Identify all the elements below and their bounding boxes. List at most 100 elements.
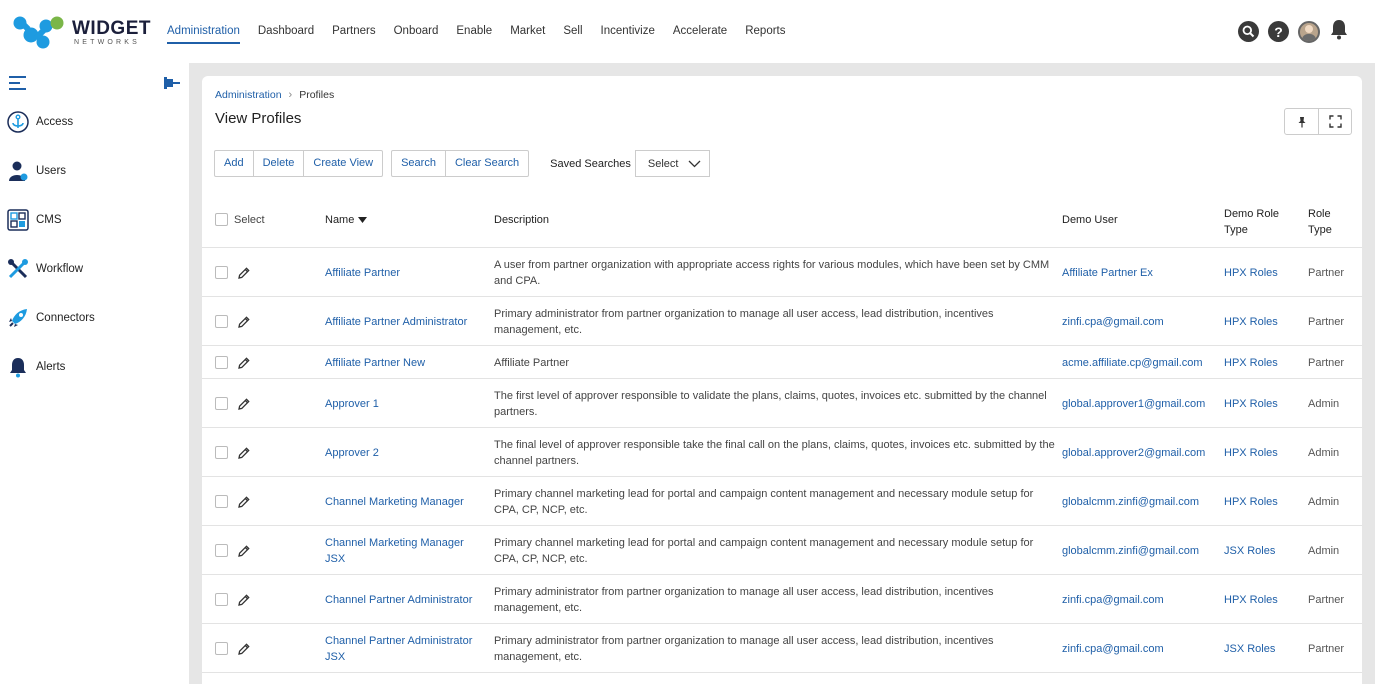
sidebar-item-cms[interactable]: CMS: [7, 209, 62, 231]
row-checkbox[interactable]: [215, 593, 228, 606]
demo-user-link[interactable]: acme.affiliate.cp@gmail.com: [1062, 346, 1203, 379]
profile-name-link[interactable]: Affiliate Partner New: [325, 346, 485, 379]
expand-icon: [1328, 115, 1342, 128]
demo-user-link[interactable]: Affiliate Partner Ex: [1062, 248, 1153, 297]
profile-name-link[interactable]: Affiliate Partner Administrator: [325, 297, 485, 346]
nav-incentivize[interactable]: Incentivize: [592, 0, 664, 63]
edit-pencil-icon[interactable]: [237, 266, 251, 280]
role-type: Partner: [1308, 266, 1345, 279]
row-checkbox[interactable]: [215, 315, 228, 328]
edit-pencil-icon[interactable]: [237, 356, 251, 370]
nav-administration[interactable]: Administration: [158, 0, 249, 63]
profile-name-link[interactable]: Approver 2: [325, 428, 485, 477]
demo-user-link[interactable]: zinfi.cpa@gmail.com: [1062, 297, 1164, 346]
sidebar-item-connectors[interactable]: Connectors: [7, 307, 95, 329]
sidebar-item-workflow[interactable]: Workflow: [7, 258, 83, 280]
row-checkbox[interactable]: [215, 266, 228, 279]
nav-reports[interactable]: Reports: [736, 0, 794, 63]
demo-role-type-link[interactable]: JSX Roles: [1224, 526, 1275, 575]
add-button[interactable]: Add: [215, 151, 253, 176]
search-button[interactable]: Search: [392, 151, 445, 176]
sidebar-item-label: Workflow: [36, 263, 84, 275]
rocket-icon: [7, 307, 29, 329]
demo-role-type-link[interactable]: HPX Roles: [1224, 248, 1278, 297]
sidebar-item-users[interactable]: Users: [7, 160, 66, 182]
help-icon[interactable]: ?: [1268, 21, 1289, 42]
row-checkbox[interactable]: [215, 446, 228, 459]
profile-name-link[interactable]: Channel Marketing Manager JSX: [325, 526, 485, 575]
profile-description: The first level of approver responsible …: [494, 389, 1047, 418]
row-select-cell: [215, 379, 251, 428]
row-checkbox[interactable]: [215, 495, 228, 508]
search-icon[interactable]: [1238, 21, 1259, 42]
demo-user-link[interactable]: globalcmm.zinfi@gmail.com: [1062, 477, 1199, 526]
nav-sell[interactable]: Sell: [554, 0, 591, 63]
bell-icon[interactable]: [1329, 18, 1349, 45]
avatar[interactable]: [1298, 20, 1320, 43]
name-header[interactable]: Name: [325, 214, 368, 226]
pin-panel-button[interactable]: [1285, 109, 1318, 134]
edit-pencil-icon[interactable]: [237, 397, 251, 411]
fullscreen-button[interactable]: [1318, 109, 1351, 134]
create-view-button[interactable]: Create View: [303, 151, 382, 176]
select-all-checkbox[interactable]: [215, 213, 228, 226]
nav-label: Incentivize: [600, 25, 655, 37]
demo-user-link[interactable]: globalcmm.zinfi@gmail.com: [1062, 526, 1199, 575]
nav-label: Administration: [167, 25, 240, 44]
row-checkbox[interactable]: [215, 397, 228, 410]
profile-name-link[interactable]: Affiliate Partner: [325, 248, 485, 297]
row-checkbox[interactable]: [215, 642, 228, 655]
demo-role-type-link[interactable]: HPX Roles: [1224, 575, 1278, 624]
table-row: Channel Marketing Manager JSX Primary cha…: [202, 526, 1362, 575]
saved-searches-select[interactable]: Select: [634, 150, 710, 177]
row-select-cell: [215, 624, 251, 673]
demo-user-link[interactable]: zinfi.cpa@gmail.com: [1062, 575, 1164, 624]
demo-user-link[interactable]: zinfi.cpa@gmail.com: [1062, 624, 1164, 673]
demo-role-type-link[interactable]: HPX Roles: [1224, 346, 1278, 379]
profile-name-link[interactable]: Channel Marketing Manager: [325, 477, 485, 526]
table-row: Channel Partner Administrator JSX Primary…: [202, 624, 1362, 673]
breadcrumb-administration[interactable]: Administration: [215, 89, 282, 101]
edit-pencil-icon[interactable]: [237, 495, 251, 509]
row-select-cell: [215, 346, 251, 379]
bell-icon: [7, 356, 29, 378]
clear-search-button[interactable]: Clear Search: [444, 151, 528, 176]
row-checkbox[interactable]: [215, 544, 228, 557]
row-select-cell: [215, 297, 251, 346]
saved-searches-label: Saved Searches: [550, 157, 631, 170]
demo-role-type-link[interactable]: HPX Roles: [1224, 379, 1278, 428]
role-type: Partner: [1308, 315, 1345, 328]
demo-user-link[interactable]: global.approver2@gmail.com: [1062, 428, 1205, 477]
pin-sidebar-icon[interactable]: [162, 76, 180, 90]
demo-user-link[interactable]: global.approver1@gmail.com: [1062, 379, 1205, 428]
nav-dashboard[interactable]: Dashboard: [249, 0, 323, 63]
edit-pencil-icon[interactable]: [237, 544, 251, 558]
edit-pencil-icon[interactable]: [237, 315, 251, 329]
demo-role-type-link[interactable]: HPX Roles: [1224, 477, 1278, 526]
profile-description: Primary channel marketing lead for porta…: [494, 536, 1034, 565]
nav-market[interactable]: Market: [501, 0, 554, 63]
edit-pencil-icon[interactable]: [237, 446, 251, 460]
nav-accelerate[interactable]: Accelerate: [664, 0, 736, 63]
anchor-icon: [7, 111, 29, 133]
nav-enable[interactable]: Enable: [447, 0, 501, 63]
menu-toggle-icon[interactable]: [9, 76, 26, 90]
edit-pencil-icon[interactable]: [237, 593, 251, 607]
row-checkbox[interactable]: [215, 356, 228, 369]
profile-name-link[interactable]: Channel Partner Administrator: [325, 575, 485, 624]
edit-pencil-icon[interactable]: [237, 642, 251, 656]
demo-role-type-link[interactable]: HPX Roles: [1224, 428, 1278, 477]
demo-role-type-link[interactable]: HPX Roles: [1224, 297, 1278, 346]
widget-networks-logo[interactable]: WIDGET NETWORKS: [12, 14, 151, 50]
sidebar-item-access[interactable]: Access: [7, 111, 73, 133]
logo-text: WIDGET: [72, 18, 151, 39]
delete-button[interactable]: Delete: [252, 151, 304, 176]
sidebar-item-alerts[interactable]: Alerts: [7, 356, 65, 378]
profile-name-link[interactable]: Channel Partner Administrator JSX: [325, 624, 485, 673]
nav-partners[interactable]: Partners: [323, 0, 384, 63]
profile-description: The final level of approver responsible …: [494, 438, 1055, 467]
demo-role-type-link[interactable]: JSX Roles: [1224, 624, 1275, 673]
demo-user-header: Demo User: [1062, 214, 1118, 226]
nav-onboard[interactable]: Onboard: [385, 0, 448, 63]
profile-name-link[interactable]: Approver 1: [325, 379, 485, 428]
